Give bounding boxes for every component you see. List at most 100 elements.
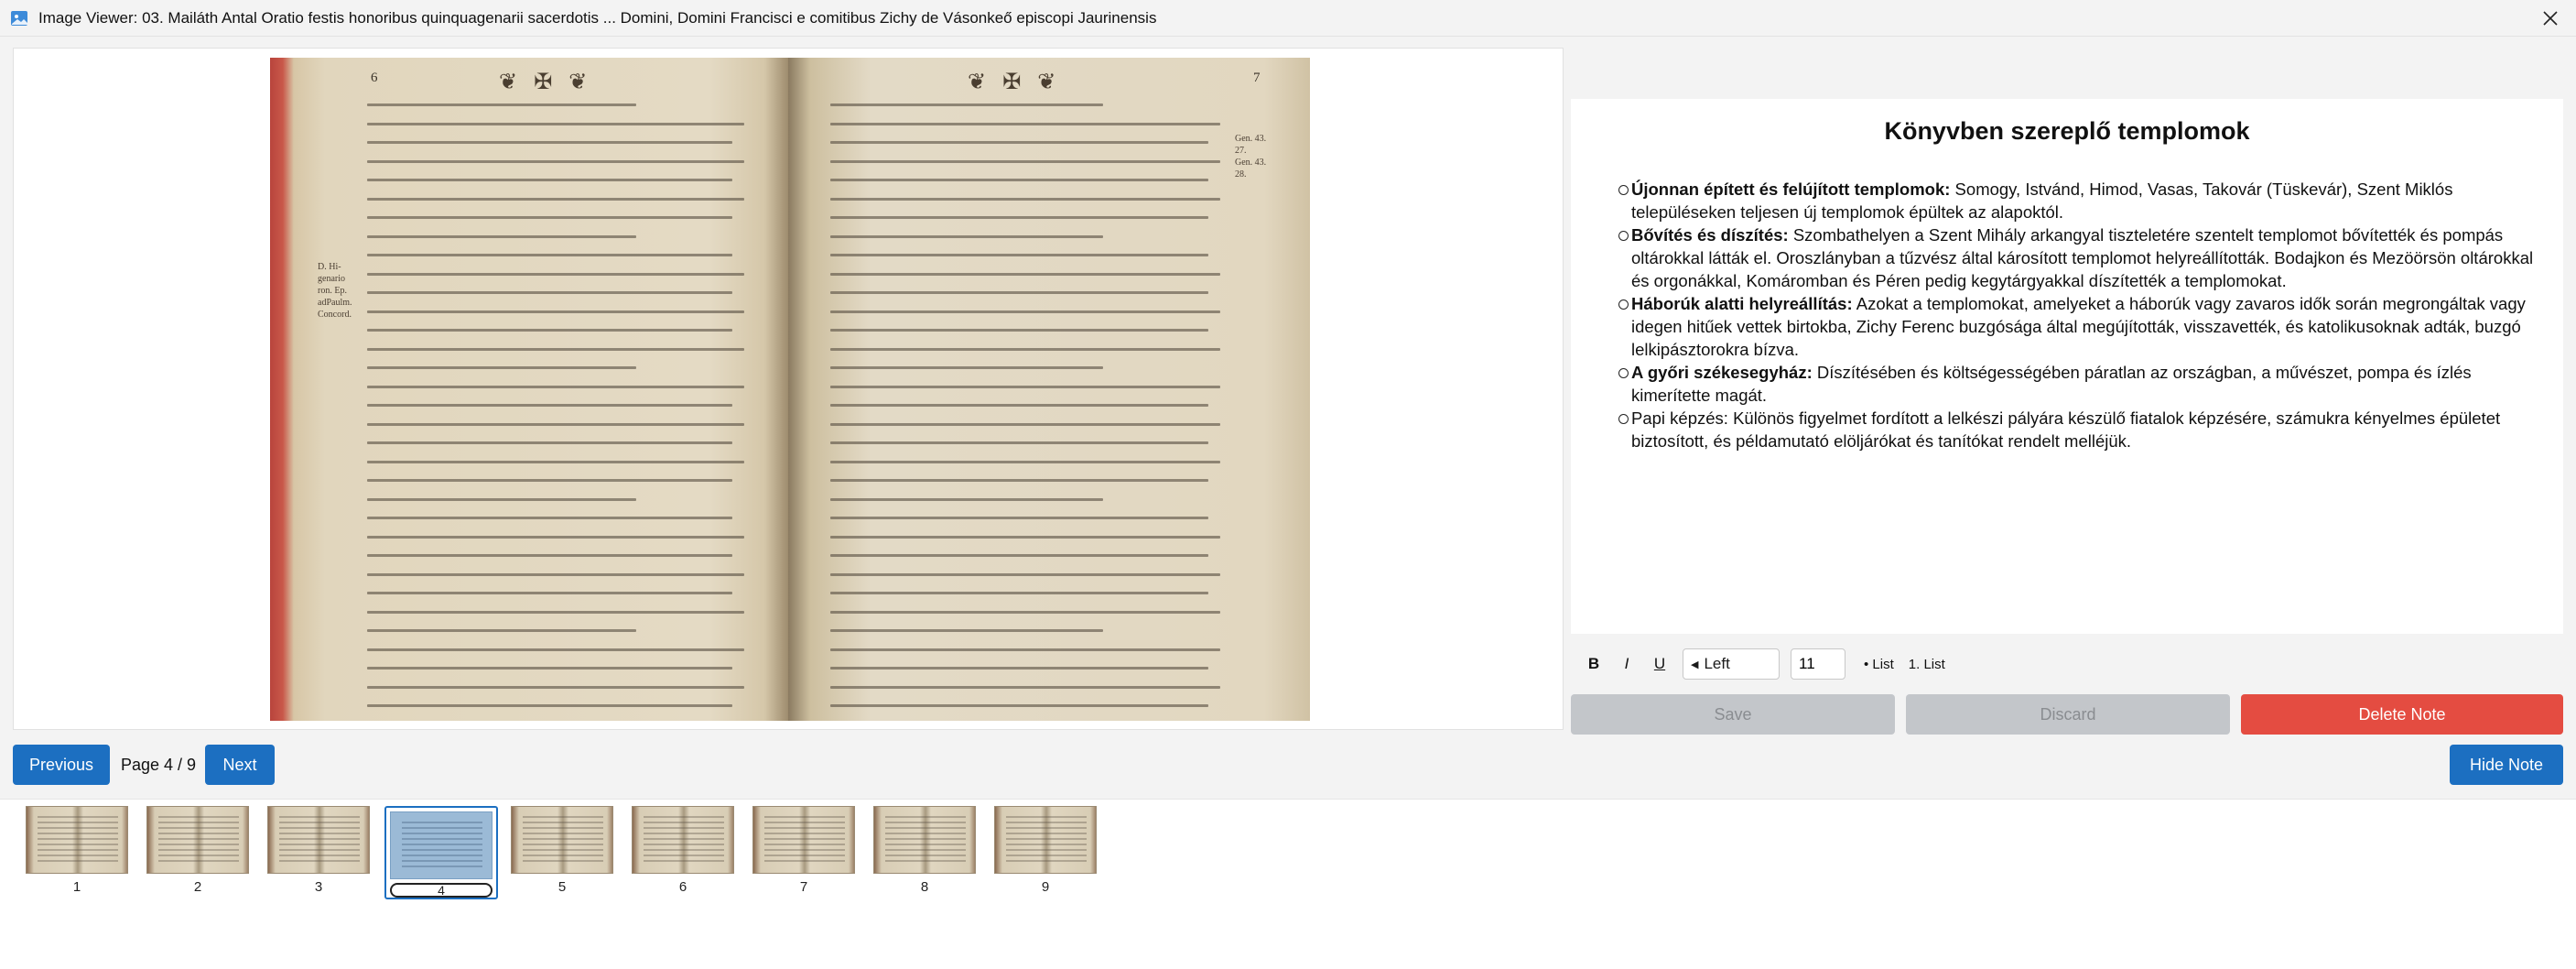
- text-line: [830, 572, 1220, 576]
- text-line: [367, 103, 636, 106]
- underline-button[interactable]: U: [1650, 655, 1670, 673]
- text-line: [367, 497, 636, 501]
- left-page-number: 6: [371, 71, 378, 85]
- text-line: [367, 291, 732, 294]
- book-page-image: 6 ❦✠❦ D. Hi- genario ron. Ep. adPaulm. C…: [270, 58, 1310, 721]
- text-line: [367, 272, 744, 276]
- left-page-text: [367, 103, 752, 721]
- text-line: [367, 685, 744, 689]
- hide-note-button[interactable]: Hide Note: [2450, 745, 2563, 785]
- text-line: [367, 385, 744, 388]
- thumbnail-page-4[interactable]: 4: [384, 806, 498, 899]
- note-list-item: Újonnan épített és felújított templomok:…: [1618, 178, 2552, 223]
- thumbnail-image: [752, 806, 855, 874]
- delete-note-button[interactable]: Delete Note: [2241, 694, 2563, 735]
- thumbnail-label: 2: [193, 879, 202, 895]
- thumbnail-label: 4: [390, 883, 492, 898]
- text-line: [830, 159, 1220, 163]
- text-line: [367, 535, 744, 539]
- close-icon[interactable]: [2536, 4, 2565, 33]
- numbered-list-button[interactable]: 1. List: [1909, 657, 1945, 672]
- text-line: [830, 554, 1209, 557]
- text-line: [830, 179, 1209, 181]
- text-line: [830, 385, 1220, 388]
- right-margin-note: Gen. 43. 27. Gen. 43. 28.: [1235, 134, 1267, 180]
- title-bar: Image Viewer: 03. Mailáth Antal Oratio f…: [0, 0, 2576, 37]
- text-line: [367, 310, 744, 313]
- note-list-item: Bővítés és díszítés: Szombathelyen a Sze…: [1618, 223, 2552, 292]
- note-list[interactable]: Újonnan épített és felújított templomok:…: [1618, 178, 2552, 452]
- text-line: [367, 629, 636, 632]
- text-line: [830, 629, 1104, 632]
- text-line: [830, 497, 1104, 501]
- text-line: [367, 234, 636, 238]
- note-item-text: Papi képzés: Különös figyelmet fordított…: [1631, 408, 2501, 451]
- thumbnail-label: 7: [799, 879, 808, 895]
- thumbnail-page-1[interactable]: 1: [26, 806, 128, 895]
- thumbnail-image: [511, 806, 613, 874]
- text-line: [367, 404, 732, 407]
- thumbnail-page-9[interactable]: 9: [994, 806, 1097, 895]
- text-line: [367, 554, 732, 557]
- thumbnail-label: 5: [557, 879, 567, 895]
- text-line: [367, 422, 744, 426]
- thumbnail-page-2[interactable]: 2: [146, 806, 249, 895]
- thumbnail-image: [873, 806, 976, 874]
- thumbnail-image: [146, 806, 249, 874]
- note-item-label: A győri székesegyház:: [1631, 363, 1813, 382]
- text-line: [367, 610, 744, 614]
- editor-toolbar: B I U ◀ Left • List 1. List: [1571, 641, 2563, 687]
- text-line: [830, 254, 1209, 256]
- bullet-list-button[interactable]: • List: [1864, 657, 1894, 672]
- thumbnail-page-6[interactable]: 6: [632, 806, 734, 895]
- text-line: [830, 610, 1220, 614]
- previous-button[interactable]: Previous: [13, 745, 110, 785]
- note-editor[interactable]: Könyvben szereplő templomok Újonnan épít…: [1571, 99, 2563, 634]
- text-line: [367, 197, 744, 201]
- text-line: [367, 122, 744, 125]
- ornament-icon: ❦✠❦: [968, 70, 1073, 94]
- align-value: Left: [1704, 655, 1730, 672]
- save-button[interactable]: Save: [1571, 694, 1895, 735]
- right-page-text: [830, 103, 1220, 721]
- italic-button[interactable]: I: [1617, 655, 1637, 673]
- text-line: [367, 704, 732, 707]
- text-line: [830, 272, 1220, 276]
- thumbnail-page-5[interactable]: 5: [511, 806, 613, 895]
- thumbnail-label: 1: [72, 879, 81, 895]
- text-line: [830, 103, 1104, 106]
- thumbnail-page-3[interactable]: 3: [267, 806, 370, 895]
- thumbnail-label: 6: [678, 879, 687, 895]
- text-line: [830, 422, 1220, 426]
- window-title: Image Viewer: 03. Mailáth Antal Oratio f…: [38, 8, 1157, 27]
- text-line: [830, 441, 1209, 444]
- bold-button[interactable]: B: [1584, 655, 1604, 673]
- font-size-input[interactable]: [1791, 648, 1845, 680]
- text-line: [830, 460, 1220, 463]
- text-line: [830, 310, 1220, 313]
- text-line: [830, 291, 1209, 294]
- thumbnail-page-8[interactable]: 8: [873, 806, 976, 895]
- text-line: [830, 141, 1209, 144]
- thumbnail-label: 3: [314, 879, 323, 895]
- image-viewer-icon: [11, 10, 27, 26]
- thumbnail-image: [390, 811, 492, 879]
- image-viewport[interactable]: 6 ❦✠❦ D. Hi- genario ron. Ep. adPaulm. C…: [13, 48, 1564, 730]
- discard-button[interactable]: Discard: [1906, 694, 2230, 735]
- next-button[interactable]: Next: [205, 745, 275, 785]
- text-line: [367, 347, 744, 351]
- ornament-icon: ❦✠❦: [499, 70, 604, 94]
- left-margin-note: D. Hi- genario ron. Ep. adPaulm. Concord…: [318, 262, 352, 320]
- note-item-label: Bővítés és díszítés:: [1631, 225, 1789, 245]
- text-line: [830, 704, 1209, 707]
- text-line: [830, 404, 1209, 407]
- note-item-label: Újonnan épített és felújított templomok:: [1631, 180, 1951, 199]
- align-select[interactable]: ◀ Left: [1683, 648, 1780, 680]
- right-page: 7 ❦✠❦ Gen. 43. 27. Gen. 43. 28.: [788, 58, 1310, 721]
- thumbnail-page-7[interactable]: 7: [752, 806, 855, 895]
- text-line: [830, 122, 1220, 125]
- text-line: [367, 441, 732, 444]
- text-line: [367, 517, 732, 519]
- thumbnail-image: [26, 806, 128, 874]
- text-line: [830, 648, 1220, 651]
